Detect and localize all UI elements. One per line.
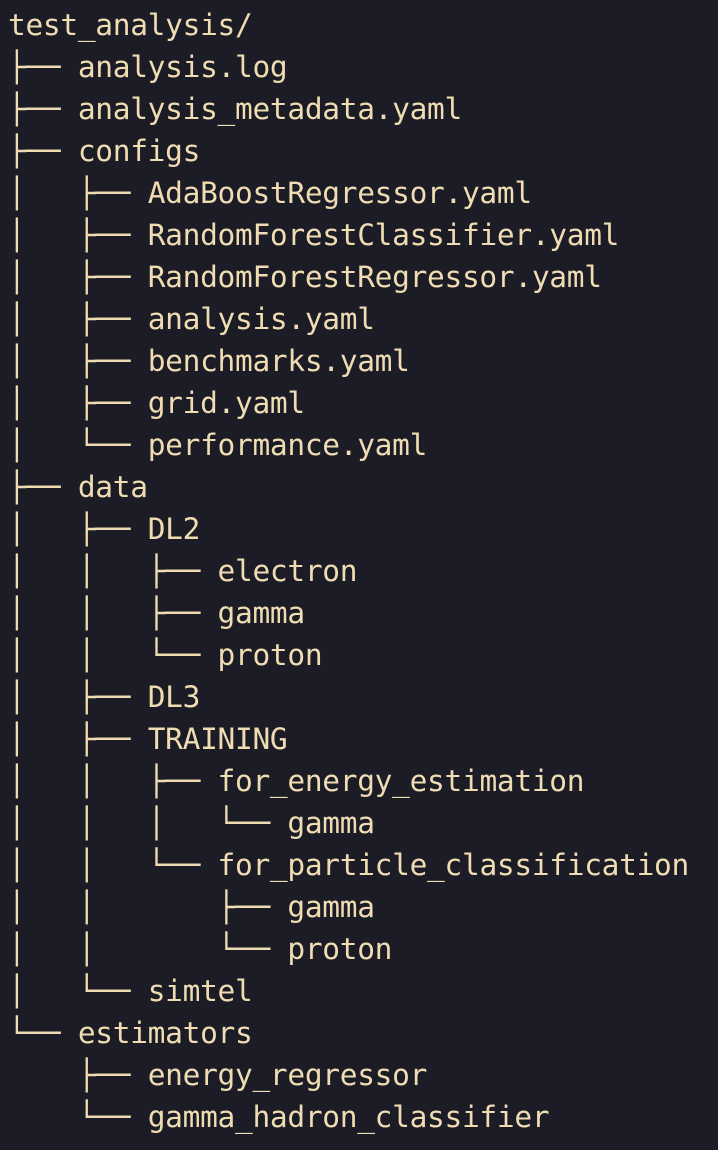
tree-line-file: │ ├── RandomForestRegressor.yaml [8,256,689,298]
tree-line-directory: │ │ └── for_particle_classification [8,844,689,886]
directory-label: data [77,470,148,504]
tree-guide: │ ├── [8,260,148,294]
tree-guide: │ │ ├── [8,764,218,798]
file-label: analysis.yaml [147,302,375,336]
file-label: AdaBoostRegressor.yaml [147,176,532,210]
tree-line-file: │ ├── RandomForestClassifier.yaml [8,214,689,256]
directory-label: estimators [77,1016,253,1050]
tree-line-directory: │ ├── DL2 [8,508,689,550]
tree-guide: │ └── [8,974,148,1008]
directory-label: DL2 [147,512,201,546]
tree-guide: │ ├── [8,218,148,252]
tree-guide: ├── [8,50,78,84]
tree-line-directory: │ │ └── proton [8,928,689,970]
tree-guide: │ │ │ └── [8,806,288,840]
file-label: performance.yaml [147,428,428,462]
tree-guide: │ │ └── [8,638,218,672]
file-label: RandomForestRegressor.yaml [147,260,602,294]
directory-label: simtel [147,974,253,1008]
file-label: analysis_metadata.yaml [77,92,462,126]
tree-guide: │ ├── [8,722,148,756]
tree-guide: └── [8,1100,148,1134]
tree-guide: │ └── [8,428,148,462]
directory-label: DL3 [147,680,201,714]
tree-line-file: │ ├── grid.yaml [8,382,689,424]
tree-line-directory: └── gamma_hadron_classifier [8,1096,689,1138]
tree-line-file: ├── analysis.log [8,46,689,88]
tree-guide: ├── [8,1058,148,1092]
tree-guide: │ │ ├── [8,890,288,924]
tree-line-directory: │ │ ├── electron [8,550,689,592]
tree-line-directory: └── estimators [8,1012,689,1054]
tree-guide: │ │ └── [8,932,288,966]
tree-guide: ├── [8,134,78,168]
directory-label: for_energy_estimation [217,764,585,798]
tree-guide: │ ├── [8,344,148,378]
directory-label: for_particle_classification [217,848,690,882]
tree-line-file: │ ├── analysis.yaml [8,298,689,340]
tree-line-directory: │ │ │ └── gamma [8,802,689,844]
tree-guide: │ │ ├── [8,596,218,630]
directory-label: gamma [217,596,306,630]
tree-line-directory: ├── configs [8,130,689,172]
tree-line-root: test_analysis/ [8,4,689,46]
tree-line-directory: │ │ ├── gamma [8,592,689,634]
directory-label: gamma_hadron_classifier [147,1100,550,1134]
tree-line-directory: │ │ ├── gamma [8,886,689,928]
directory-label: energy_regressor [147,1058,428,1092]
directory-label: electron [217,554,358,588]
tree-line-file: │ ├── benchmarks.yaml [8,340,689,382]
tree-line-directory: ├── energy_regressor [8,1054,689,1096]
tree-guide: │ ├── [8,680,148,714]
tree-guide: │ │ ├── [8,554,218,588]
tree-guide: │ │ └── [8,848,218,882]
tree-line-file: │ ├── AdaBoostRegressor.yaml [8,172,689,214]
file-label: grid.yaml [147,386,305,420]
tree-line-directory: │ └── simtel [8,970,689,1012]
tree-line-file: ├── analysis_metadata.yaml [8,88,689,130]
tree-guide: ├── [8,470,78,504]
tree-line-directory: │ ├── TRAINING [8,718,689,760]
file-label: RandomForestClassifier.yaml [147,218,620,252]
root-directory-label: test_analysis/ [8,8,253,42]
tree-line-file: │ └── performance.yaml [8,424,689,466]
directory-label: TRAINING [147,722,288,756]
tree-guide: │ ├── [8,176,148,210]
tree-guide: │ ├── [8,512,148,546]
directory-label: configs [77,134,201,168]
terminal-window: test_analysis/ ├── analysis.log ├── anal… [0,0,718,1150]
tree-guide: ├── [8,92,78,126]
directory-tree: test_analysis/ ├── analysis.log ├── anal… [8,4,689,1138]
directory-label: proton [217,638,323,672]
directory-label: proton [287,932,393,966]
tree-guide: └── [8,1016,78,1050]
file-label: benchmarks.yaml [147,344,410,378]
tree-line-directory: │ ├── DL3 [8,676,689,718]
file-label: analysis.log [77,50,288,84]
tree-line-directory: ├── data [8,466,689,508]
tree-guide: │ ├── [8,302,148,336]
tree-line-directory: │ │ └── proton [8,634,689,676]
directory-label: gamma [287,890,375,924]
tree-guide: │ ├── [8,386,148,420]
tree-line-directory: │ │ ├── for_energy_estimation [8,760,689,802]
directory-label: gamma [287,806,375,840]
